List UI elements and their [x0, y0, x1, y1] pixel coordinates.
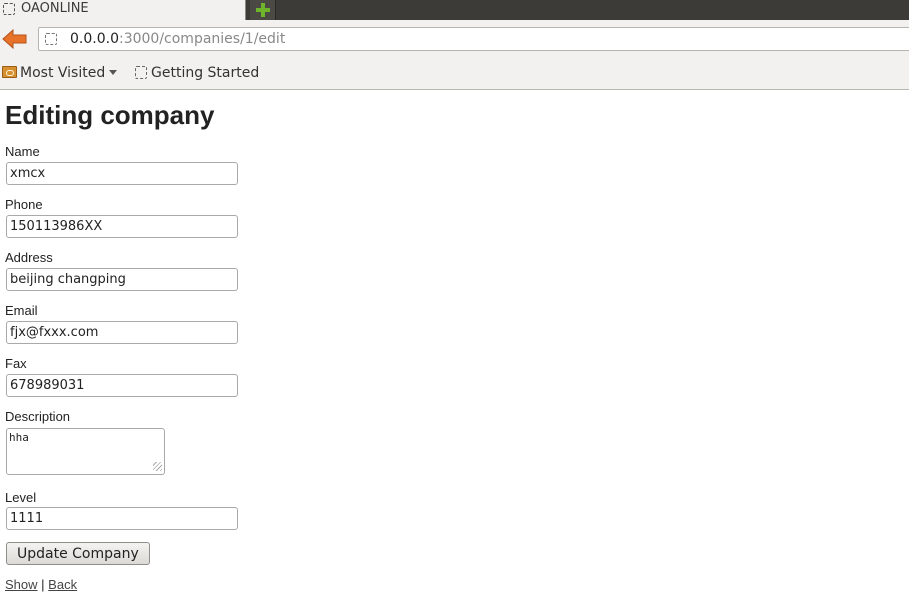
- chevron-down-icon: [109, 70, 118, 75]
- navigation-toolbar: 0.0.0.0:3000/companies/1/edit: [0, 20, 909, 60]
- name-label: Name: [5, 144, 40, 159]
- blank-page-icon: [45, 33, 57, 45]
- resize-grip-icon[interactable]: [153, 462, 162, 471]
- fax-field[interactable]: [6, 374, 238, 397]
- email-field[interactable]: [6, 321, 238, 344]
- tab-strip: OAONLINE: [0, 0, 909, 20]
- address-field[interactable]: [6, 268, 238, 291]
- blank-page-icon: [135, 66, 147, 79]
- blank-page-icon: [3, 3, 15, 15]
- page-title: Editing company: [5, 100, 215, 130]
- tab-title: OAONLINE: [21, 1, 89, 16]
- address-label: Address: [5, 250, 53, 265]
- back-button[interactable]: [2, 28, 28, 50]
- description-textarea[interactable]: hha: [6, 428, 165, 475]
- back-arrow-icon: [2, 28, 27, 50]
- name-field[interactable]: [6, 162, 238, 185]
- url-host: 0.0.0.0: [70, 31, 119, 47]
- description-label: Description: [5, 409, 71, 424]
- fax-label: Fax: [5, 356, 27, 371]
- phone-field[interactable]: [6, 215, 238, 238]
- show-link[interactable]: Show: [5, 577, 38, 592]
- link-separator: |: [41, 577, 45, 592]
- url-text: 0.0.0.0:3000/companies/1/edit: [70, 31, 285, 47]
- bookmark-getting-started[interactable]: Getting Started: [135, 65, 259, 81]
- level-field[interactable]: [6, 507, 238, 530]
- folder-icon: [2, 66, 17, 78]
- footer-links: Show | Back: [5, 577, 77, 592]
- tab-oaonline[interactable]: OAONLINE: [0, 0, 246, 20]
- bookmark-label: Most Visited: [20, 65, 106, 81]
- bookmarks-bar: Most Visited Getting Started: [0, 60, 909, 90]
- bookmark-label: Getting Started: [151, 65, 260, 81]
- bookmark-most-visited[interactable]: Most Visited: [2, 65, 118, 81]
- url-bar[interactable]: 0.0.0.0:3000/companies/1/edit: [38, 27, 909, 51]
- new-tab-button[interactable]: [250, 0, 276, 20]
- update-company-button[interactable]: Update Company: [6, 542, 150, 565]
- back-link[interactable]: Back: [48, 577, 77, 592]
- url-path: :3000/companies/1/edit: [118, 31, 286, 47]
- phone-label: Phone: [5, 197, 43, 212]
- email-label: Email: [5, 303, 38, 318]
- level-label: Level: [5, 490, 37, 505]
